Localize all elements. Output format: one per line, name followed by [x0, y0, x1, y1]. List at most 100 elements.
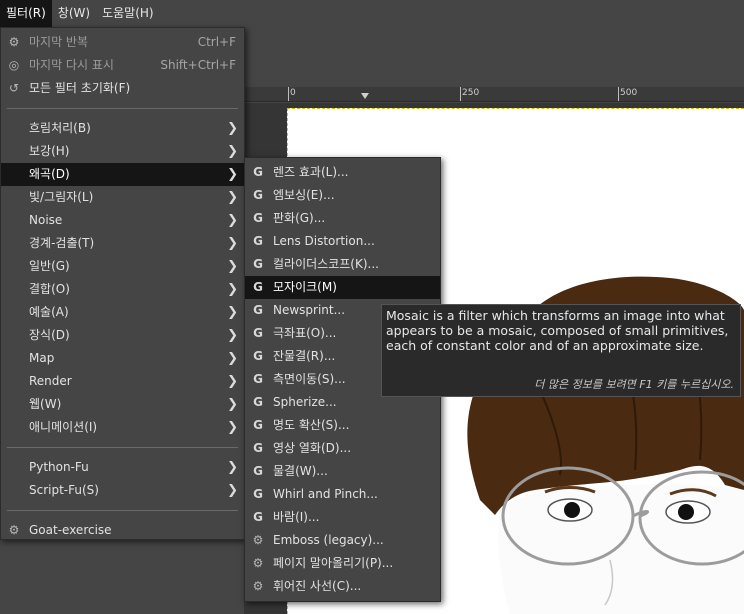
gegl-icon: G: [253, 487, 263, 501]
chevron-right-icon: ❯: [227, 305, 238, 320]
chevron-right-icon: ❯: [227, 282, 238, 297]
chevron-right-icon: ❯: [227, 236, 238, 251]
menu-separator: [7, 447, 238, 448]
submenu-enhance[interactable]: 보강(H) ❯: [1, 140, 244, 163]
reset-all-filters[interactable]: ↺ 모든 필터 초기화(F): [1, 77, 244, 100]
distort-item-label: 렌즈 효과(L)...: [273, 165, 349, 179]
submenu-light-shadow[interactable]: 빛/그림자(L) ❯: [1, 186, 244, 209]
submenu-map[interactable]: Map ❯: [1, 347, 244, 370]
gegl-icon: G: [253, 165, 263, 179]
chevron-right-icon: ❯: [227, 351, 238, 366]
distort-item-label: Lens Distortion...: [273, 234, 375, 248]
distort-lens-effect[interactable]: G 렌즈 효과(L)...: [245, 161, 440, 184]
ruler-pointer-marker: [361, 93, 369, 99]
chevron-right-icon: ❯: [227, 483, 238, 498]
distort-item-label: 엠보싱(E)...: [273, 188, 335, 202]
submenu-decor[interactable]: 장식(D) ❯: [1, 324, 244, 347]
submenu-label: 빛/그림자(L): [29, 190, 94, 204]
gear-icon: ⚙: [252, 579, 264, 593]
submenu-blur[interactable]: 흐림처리(B) ❯: [1, 117, 244, 140]
gegl-icon: G: [253, 211, 263, 225]
submenu-render[interactable]: Render ❯: [1, 370, 244, 393]
menu-help[interactable]: 도움말(H): [96, 0, 160, 27]
submenu-label: 결합(O): [29, 282, 70, 296]
distort-page-curl[interactable]: ⚙ 페이지 말아올리기(P)...: [245, 552, 440, 575]
submenu-label: 애니메이션(I): [29, 420, 98, 434]
submenu-distorts[interactable]: 왜곡(D) ❯: [1, 163, 244, 186]
gegl-icon: G: [253, 280, 263, 294]
chevron-right-icon: ❯: [227, 328, 238, 343]
gegl-icon: G: [253, 418, 263, 432]
distort-value-propagate[interactable]: G 명도 확산(S)...: [245, 414, 440, 437]
ruler-tick: [618, 87, 619, 101]
submenu-label: Python-Fu: [29, 460, 89, 474]
ruler-label-250: 250: [462, 88, 480, 98]
chevron-right-icon: ❯: [227, 259, 238, 274]
submenu-label: Script-Fu(S): [29, 483, 99, 497]
distort-item-label: 페이지 말아올리기(P)...: [273, 556, 394, 570]
distort-whirl-pinch[interactable]: G Whirl and Pinch...: [245, 483, 440, 506]
reset-icon: ↺: [8, 81, 20, 95]
submenu-label: Noise: [29, 213, 63, 227]
chevron-right-icon: ❯: [227, 144, 238, 159]
distort-item-label: Newsprint...: [273, 303, 346, 317]
distort-mosaic[interactable]: G 모자이크(M): [245, 276, 440, 299]
distort-lens-distortion[interactable]: G Lens Distortion...: [245, 230, 440, 253]
gegl-icon: G: [253, 395, 263, 409]
submenu-artistic[interactable]: 예술(A) ❯: [1, 301, 244, 324]
submenu-web[interactable]: 웹(W) ❯: [1, 393, 244, 416]
menu-windows[interactable]: 창(W): [52, 0, 96, 27]
submenu-label: 예술(A): [29, 305, 69, 319]
goat-exercise-item[interactable]: ⚙ Goat-exercise: [1, 519, 244, 542]
submenu-script-fu[interactable]: Script-Fu(S) ❯: [1, 479, 244, 502]
gegl-icon: G: [253, 464, 263, 478]
submenu-python-fu[interactable]: Python-Fu ❯: [1, 456, 244, 479]
distort-item-label: 명도 확산(S)...: [273, 418, 350, 432]
repeat-last-filter[interactable]: ⚙ 마지막 반복 Ctrl+F: [1, 31, 244, 54]
toolbar-area: [244, 27, 744, 87]
reshow-last-shortcut: Shift+Ctrl+F: [160, 58, 236, 72]
gegl-icon: G: [253, 372, 263, 386]
distort-emboss-legacy[interactable]: ⚙ Emboss (legacy)...: [245, 529, 440, 552]
menu-filters[interactable]: 필터(R): [0, 0, 52, 27]
distort-video-degradation[interactable]: G 영상 열화(D)...: [245, 437, 440, 460]
chevron-right-icon: ❯: [227, 121, 238, 136]
submenu-combine[interactable]: 결합(O) ❯: [1, 278, 244, 301]
submenu-label: 보강(H): [29, 144, 70, 158]
chevron-right-icon: ❯: [227, 213, 238, 228]
distort-kaleidoscope[interactable]: G 컬라이더스코프(K)...: [245, 253, 440, 276]
gear-icon: ⚙: [252, 556, 264, 570]
distort-item-label: Spherize...: [273, 395, 337, 409]
distort-curve-bend[interactable]: ⚙ 휘어진 사선(C)...: [245, 575, 440, 598]
distort-item-label: 영상 열화(D)...: [273, 441, 352, 455]
gegl-icon: G: [253, 441, 263, 455]
submenu-label: Render: [29, 374, 72, 388]
gegl-icon: G: [253, 188, 263, 202]
submenu-edge-detect[interactable]: 경계-검출(T) ❯: [1, 232, 244, 255]
tooltip-help-hint: 더 많은 정보를 보려면 F1 키를 누르십시오.: [534, 378, 734, 391]
horizontal-ruler[interactable]: 0 250 500: [244, 87, 744, 102]
submenu-label: 장식(D): [29, 328, 70, 342]
reshow-last-label: 마지막 다시 표시: [29, 58, 114, 72]
submenu-generic[interactable]: 일반(G) ❯: [1, 255, 244, 278]
ruler-label-0: 0: [290, 88, 296, 98]
gear-icon: ⚙: [8, 523, 20, 537]
submenu-animation[interactable]: 애니메이션(I) ❯: [1, 416, 244, 439]
distort-waves[interactable]: G 물결(W)...: [245, 460, 440, 483]
menubar: 필터(R) 창(W) 도움말(H): [0, 0, 744, 27]
gegl-icon: G: [253, 326, 263, 340]
distort-item-label: 바람(I)...: [273, 510, 320, 524]
distort-item-label: 물결(W)...: [273, 464, 328, 478]
distort-engrave[interactable]: G 판화(G)...: [245, 207, 440, 230]
reshow-last-filter[interactable]: ◎ 마지막 다시 표시 Shift+Ctrl+F: [1, 54, 244, 77]
distort-item-label: 측면이동(S)...: [273, 372, 346, 386]
repeat-last-label: 마지막 반복: [29, 35, 89, 49]
distort-item-label: Whirl and Pinch...: [273, 487, 378, 501]
chevron-right-icon: ❯: [227, 167, 238, 182]
submenu-noise[interactable]: Noise ❯: [1, 209, 244, 232]
distort-item-label: 잔물결(R)...: [273, 349, 336, 363]
distort-wind[interactable]: G 바람(I)...: [245, 506, 440, 529]
distort-item-label: 휘어진 사선(C)...: [273, 579, 362, 593]
distort-emboss[interactable]: G 엠보싱(E)...: [245, 184, 440, 207]
gegl-icon: G: [253, 234, 263, 248]
